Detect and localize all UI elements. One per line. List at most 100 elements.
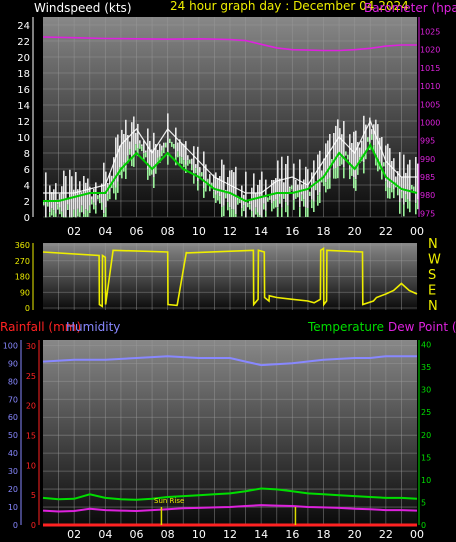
lull-bar — [391, 184, 393, 193]
lull-bar — [269, 195, 271, 200]
gust-bar — [215, 172, 217, 195]
lull-bar — [59, 207, 61, 215]
windspeed-y-tick: 12 — [17, 117, 30, 128]
lull-bar — [95, 205, 97, 214]
lull-bar — [107, 194, 109, 201]
lull-bar — [253, 217, 255, 218]
gust-bar — [131, 122, 133, 157]
gust-bar — [223, 164, 225, 206]
gust-bar — [379, 137, 381, 162]
gust-bar — [389, 148, 391, 189]
lull-bar — [71, 217, 73, 218]
compass-label: N — [428, 299, 438, 314]
lull-bar — [259, 215, 261, 217]
gust-bar — [49, 185, 51, 213]
lull-bar — [333, 168, 335, 179]
temperature-y-tick: 20 — [421, 431, 431, 440]
wind-x-tick: 00 — [410, 225, 424, 238]
lull-bar — [305, 207, 307, 217]
lull-bar — [63, 217, 65, 218]
barometer-y-tick: 1000 — [420, 118, 440, 127]
lull-bar — [273, 201, 275, 209]
gust-bar — [261, 171, 263, 217]
lull-bar — [225, 193, 227, 199]
gust-bar — [159, 143, 161, 157]
lull-bar — [271, 203, 273, 212]
lull-bar — [139, 143, 141, 149]
lull-bar — [55, 213, 57, 217]
temperature-y-tick: 5 — [421, 498, 426, 507]
lull-bar — [67, 204, 69, 210]
gust-bar — [329, 134, 331, 178]
lull-bar — [177, 151, 179, 158]
lull-bar — [99, 197, 101, 204]
lull-bar — [93, 202, 95, 210]
lull-bar — [247, 202, 249, 208]
lull-bar — [315, 185, 317, 191]
lull-bar — [389, 188, 391, 199]
gust-bar — [291, 189, 293, 191]
windspeed-y-tick: 22 — [17, 37, 30, 48]
lull-bar — [411, 185, 413, 189]
lull-bar — [325, 182, 327, 193]
windspeed-y-tick: 14 — [17, 101, 30, 112]
lull-bar — [133, 156, 135, 167]
lull-bar — [347, 154, 349, 160]
compass-label: S — [428, 268, 436, 283]
lull-bar — [193, 174, 195, 184]
humidity-y-tick: 20 — [8, 485, 18, 494]
barometer-y-tick: 1020 — [420, 46, 440, 55]
gust-bar — [137, 123, 139, 149]
lull-bar — [165, 142, 167, 148]
temperature-x-tick: 06 — [130, 528, 144, 541]
gust-bar — [407, 164, 409, 200]
lull-bar — [237, 199, 239, 205]
lull-bar — [385, 181, 387, 192]
windspeed-y-tick: 20 — [17, 53, 30, 64]
lull-bar — [399, 202, 401, 214]
lull-bar — [417, 199, 419, 210]
barometer-y-tick: 975 — [420, 209, 435, 218]
barometer-y-tick: 985 — [420, 173, 435, 182]
lull-bar — [317, 195, 319, 206]
lull-bar — [307, 208, 309, 217]
gust-bar — [231, 170, 233, 210]
gust-bar — [355, 130, 357, 180]
gust-bar — [327, 140, 329, 179]
lull-bar — [339, 157, 341, 166]
gust-bar — [415, 157, 417, 204]
rainfall-y-tick: 30 — [26, 342, 36, 351]
lull-bar — [243, 205, 245, 212]
compass-label: N — [428, 237, 438, 252]
lull-bar — [293, 200, 295, 210]
lull-bar — [407, 199, 409, 209]
lull-bar — [203, 188, 205, 198]
lull-bar — [335, 168, 337, 179]
windspeed-y-tick: 24 — [17, 21, 30, 32]
lull-bar — [197, 181, 199, 191]
lull-bar — [343, 167, 345, 179]
lull-bar — [61, 211, 63, 217]
gust-bar — [245, 171, 247, 217]
gust-bar — [133, 116, 135, 157]
windspeed-y-tick: 6 — [24, 165, 30, 176]
gust-bar — [45, 172, 47, 217]
gust-bar — [193, 146, 195, 175]
gust-bar — [75, 172, 77, 217]
gust-bar — [181, 143, 183, 158]
wind-x-tick: 08 — [161, 225, 175, 238]
lull-bar — [69, 217, 71, 218]
lull-bar — [97, 195, 99, 200]
lull-bar — [195, 168, 197, 174]
gust-bar — [299, 159, 301, 208]
lull-bar — [105, 207, 107, 217]
rainfall-y-tick: 0 — [31, 521, 36, 530]
lull-bar — [167, 154, 169, 165]
wind-x-tick: 18 — [317, 225, 331, 238]
wind-x-tick: 06 — [130, 225, 144, 238]
lull-bar — [233, 209, 235, 217]
gust-bar — [313, 160, 315, 202]
lull-bar — [75, 217, 77, 218]
humidity-y-tick: 90 — [8, 359, 18, 368]
direction-y-tick: 0 — [25, 304, 30, 313]
